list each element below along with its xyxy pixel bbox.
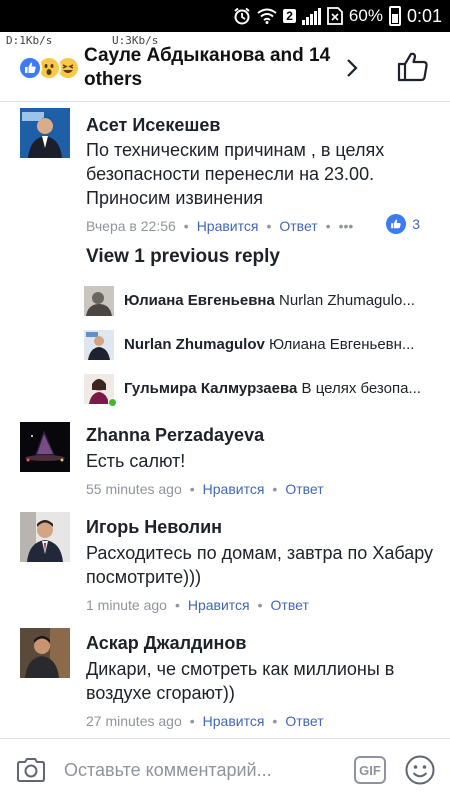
comment-text: Расходитесь по домам, завтра по Хабару п… — [86, 543, 434, 587]
status-icons: 2 60% 0:01 — [233, 4, 442, 28]
comment-body: Аскар Джалдинов Дикари, че смотреть как … — [86, 632, 436, 731]
view-previous-replies[interactable]: View 1 previous reply — [86, 246, 280, 268]
reply-author[interactable]: Nurlan Zhumagulov — [124, 336, 265, 353]
like-count-icon — [386, 214, 407, 234]
like-link[interactable]: Нравится — [203, 481, 265, 497]
avatar[interactable] — [20, 108, 70, 158]
avatar[interactable] — [84, 286, 114, 316]
comment-text: Дикари, че смотреть как миллионы в возду… — [86, 659, 395, 703]
wifi-icon — [257, 8, 277, 24]
avatar[interactable] — [84, 330, 114, 360]
reactions-header: D:1Kb/s U:3Kb/s Сауле Абдыканова and 14 … — [0, 32, 450, 102]
comment-time: 55 minutes ago — [86, 481, 182, 497]
avatar[interactable] — [20, 628, 70, 678]
comment-meta: Вчера в 22:56 • Нравится • Ответ • ••• — [86, 218, 354, 234]
comment-meta: 27 minutes ago • Нравится • Ответ — [86, 713, 324, 729]
reactors-title[interactable]: Сауле Абдыканова and 14 others — [84, 44, 334, 92]
comment-composer: GIF — [0, 738, 450, 800]
comment-likes[interactable]: 3 — [386, 214, 420, 234]
like-reaction-icon — [18, 56, 42, 80]
like-link[interactable]: Нравится — [188, 597, 250, 613]
camera-icon[interactable] — [16, 755, 46, 785]
alarm-icon — [234, 7, 250, 25]
status-bar: 2 60% 0:01 — [0, 0, 450, 32]
reaction-icons[interactable] — [18, 56, 82, 80]
comment-time: 27 minutes ago — [86, 713, 182, 729]
reply-link[interactable]: Ответ — [285, 713, 323, 729]
clock: 0:01 — [406, 5, 442, 26]
signal-icon — [301, 7, 321, 25]
comment-body: Асет Исекешев По техническим причинам , … — [86, 114, 436, 236]
avatar[interactable] — [20, 512, 70, 562]
no-sim-icon — [327, 7, 343, 25]
comment-body: Zhanna Perzadayeva Есть салют! 55 minute… — [86, 424, 436, 499]
reply-item[interactable]: Юлиана Евгеньевна Nurlan Zhumagulo... — [84, 286, 434, 318]
like-link[interactable]: Нравится — [203, 713, 265, 729]
comment-text: По техническим причинам , в целях безопа… — [86, 140, 385, 208]
comment-time: 1 minute ago — [86, 597, 167, 613]
comment-author[interactable]: Асет Исекешев — [86, 114, 436, 136]
emoji-icon[interactable] — [404, 754, 436, 786]
reply-link[interactable]: Ответ — [271, 597, 309, 613]
reply-author[interactable]: Гульмира Калмурзаева — [124, 380, 297, 397]
like-link[interactable]: Нравится — [197, 218, 259, 234]
online-indicator — [108, 398, 117, 407]
comment-author[interactable]: Аскар Джалдинов — [86, 632, 436, 654]
like-count: 3 — [412, 216, 420, 232]
more-dots[interactable]: ••• — [339, 218, 354, 234]
comment-meta: 55 minutes ago • Нравится • Ответ — [86, 481, 324, 497]
reply-link[interactable]: Ответ — [279, 218, 317, 234]
comment-author[interactable]: Игорь Неволин — [86, 516, 436, 538]
download-speed: D:1Kb/s — [6, 34, 53, 47]
reply-author[interactable]: Юлиана Евгеньевна — [124, 292, 275, 309]
network-badge: 2 — [283, 9, 296, 23]
comment-meta: 1 minute ago • Нравится • Ответ — [86, 597, 309, 613]
reply-text: Юлиана Евгеньевна Nurlan Zhumagulo... — [124, 292, 415, 309]
avatar[interactable] — [20, 422, 70, 472]
gif-button[interactable]: GIF — [354, 756, 386, 784]
reply-text: Гульмира Калмурзаева В целях безопа... — [124, 380, 421, 397]
comment-text: Есть салют! — [86, 451, 186, 471]
like-thumb-button[interactable] — [396, 50, 430, 84]
chevron-right-icon[interactable] — [342, 56, 362, 80]
comment-author[interactable]: Zhanna Perzadayeva — [86, 424, 436, 446]
reply-link[interactable]: Ответ — [285, 481, 323, 497]
comment-input[interactable] — [64, 757, 334, 783]
battery-icon — [388, 6, 401, 26]
reply-item[interactable]: Nurlan Zhumagulov Юлиана Евгеньевн... — [84, 330, 434, 362]
battery-percent: 60% — [348, 6, 383, 25]
comment-time: Вчера в 22:56 — [86, 218, 176, 234]
reply-text: Nurlan Zhumagulov Юлиана Евгеньевн... — [124, 336, 415, 353]
reply-item[interactable]: Гульмира Калмурзаева В целях безопа... — [84, 374, 434, 407]
comment-body: Игорь Неволин Расходитесь по домам, завт… — [86, 516, 436, 615]
